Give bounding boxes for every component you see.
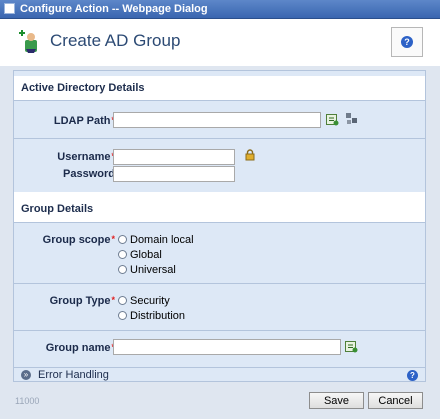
radio-circle <box>118 250 127 259</box>
radio-distribution[interactable]: Distribution <box>118 310 185 322</box>
group-scope-label: Group scope* <box>42 234 115 246</box>
radio-domain-local[interactable]: Domain local <box>118 234 194 246</box>
section-header-group: Group Details <box>14 192 425 222</box>
radio-circle <box>118 265 127 274</box>
password-label: Password <box>63 168 115 180</box>
dialog-footer: 11000 Save Cancel <box>0 389 440 419</box>
radio-circle <box>118 235 127 244</box>
divider <box>14 222 425 223</box>
divider <box>14 138 425 139</box>
radio-circle <box>118 311 127 320</box>
divider <box>14 330 425 331</box>
username-input[interactable] <box>113 149 235 165</box>
group-type-label: Group Type* <box>49 295 115 307</box>
help-button[interactable]: ? <box>391 27 423 57</box>
error-help-icon[interactable]: ? <box>407 370 418 381</box>
footer-code: 11000 <box>15 396 40 406</box>
help-icon: ? <box>401 36 413 48</box>
form-panel: Active Directory Details LDAP Path* User… <box>13 70 426 382</box>
window-icon <box>4 3 15 14</box>
radio-universal[interactable]: Universal <box>118 264 176 276</box>
section-header-active-directory: Active Directory Details <box>14 76 425 100</box>
group-name-input[interactable] <box>113 339 341 355</box>
ldap-path-input[interactable] <box>113 112 321 128</box>
group-name-label: Group name* <box>45 342 115 354</box>
ldap-tree-icon[interactable] <box>345 112 358 126</box>
divider <box>14 283 425 284</box>
chevron-expand-icon[interactable]: » <box>21 370 31 380</box>
create-group-icon <box>19 30 37 53</box>
password-input[interactable] <box>113 166 235 182</box>
radio-security[interactable]: Security <box>118 295 170 307</box>
radio-global[interactable]: Global <box>118 249 162 261</box>
browse-directory-icon[interactable] <box>326 113 339 126</box>
save-button[interactable]: Save <box>309 392 364 409</box>
title-bar: Configure Action -- Webpage Dialog <box>0 0 440 19</box>
error-handling-label: Error Handling <box>38 369 109 381</box>
radio-circle <box>118 296 127 305</box>
window-title: Configure Action -- Webpage Dialog <box>20 3 208 15</box>
error-handling-bar[interactable]: » Error Handling ? <box>14 367 425 381</box>
username-label: Username* <box>57 151 115 163</box>
ldap-path-label: LDAP Path* <box>53 115 115 127</box>
cancel-button[interactable]: Cancel <box>368 392 423 409</box>
dialog-header: Create AD Group ? <box>0 19 440 66</box>
lock-icon[interactable] <box>245 149 255 161</box>
insert-variable-icon[interactable] <box>345 340 358 353</box>
divider <box>14 100 425 101</box>
page-title: Create AD Group <box>50 31 181 50</box>
